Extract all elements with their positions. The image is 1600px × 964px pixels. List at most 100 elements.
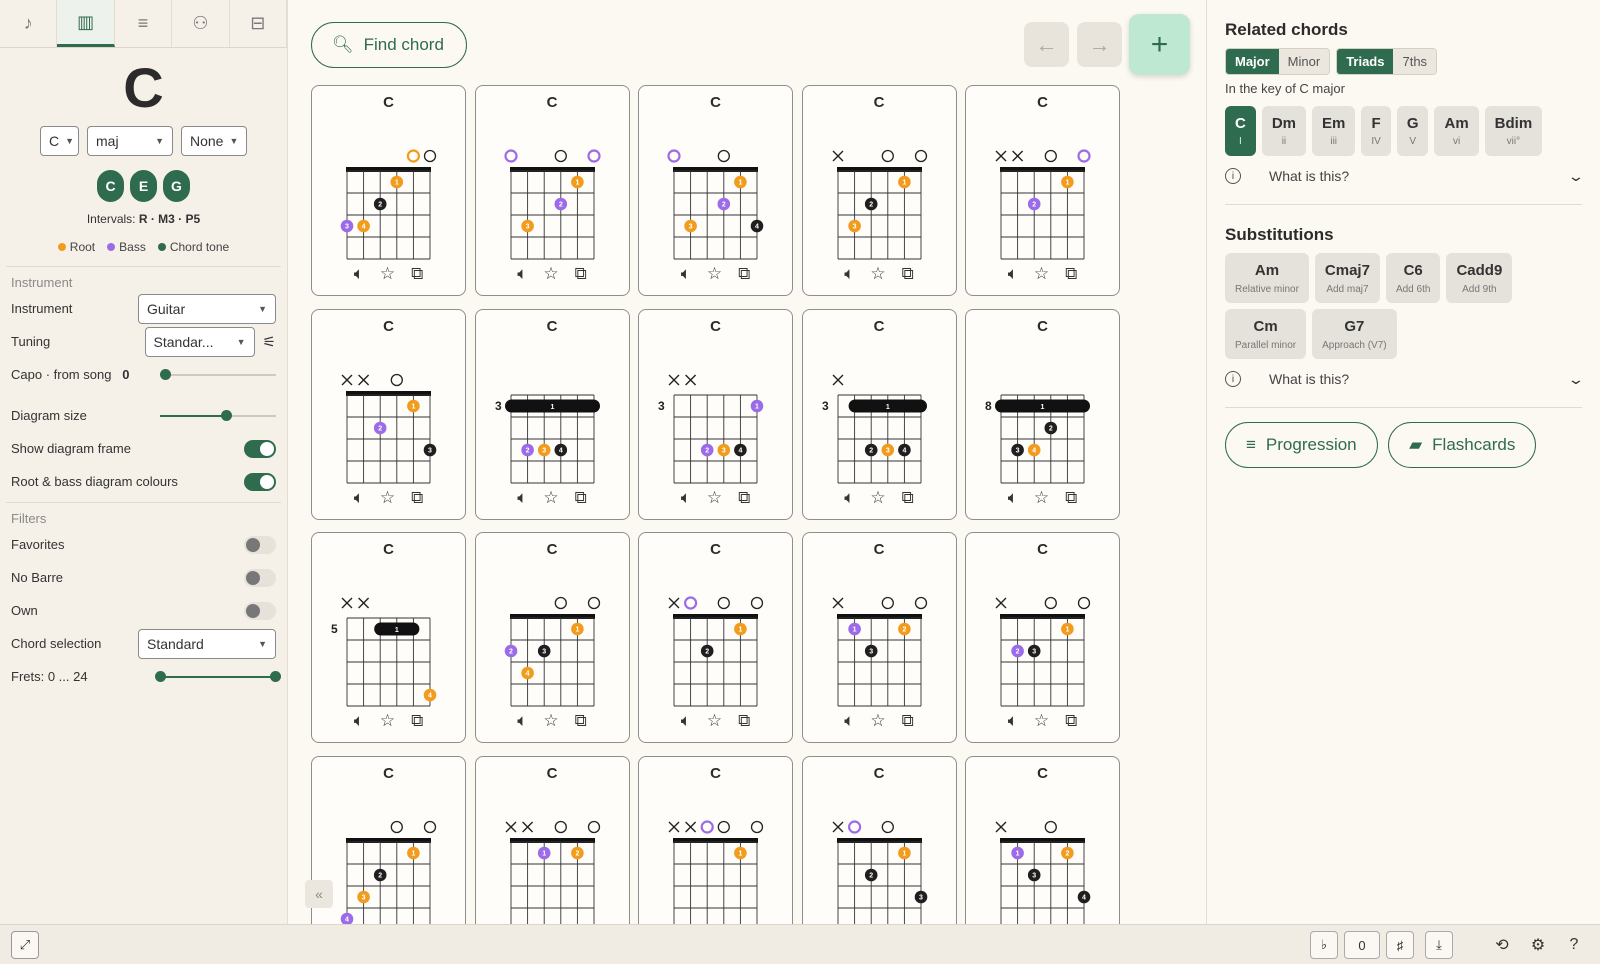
flashcards-button[interactable]: ▰ Flashcards <box>1388 422 1537 468</box>
play-sound-icon[interactable]: 🔈︎ <box>517 264 527 284</box>
key-chord-c[interactable]: CI <box>1225 106 1256 156</box>
slider-knob-min[interactable] <box>155 670 166 682</box>
chord-card[interactable]: C12EGCE🔈︎☆⧉ <box>965 85 1120 296</box>
favorite-star-icon[interactable]: ☆ <box>1034 711 1049 731</box>
transpose-value[interactable]: 0 <box>1344 931 1380 959</box>
capo-slider[interactable] <box>160 368 276 380</box>
chord-card[interactable]: C1DGCE🔈︎☆⧉ <box>638 755 793 924</box>
chord-card[interactable]: C123BEGCE🔈︎☆⧉ <box>965 532 1120 743</box>
favorites-toggle[interactable] <box>244 535 276 554</box>
play-sound-icon[interactable]: 🔈︎ <box>354 264 364 284</box>
copy-icon[interactable]: ⧉ <box>738 264 750 284</box>
play-sound-icon[interactable]: 🔈︎ <box>844 711 854 731</box>
key-chord-f[interactable]: F IV <box>1361 106 1391 156</box>
download-button[interactable]: ⤓ <box>1425 931 1453 959</box>
quality-select[interactable]: maj ▼ <box>87 126 173 156</box>
chord-card[interactable]: C31234CGCEG🔈︎☆⧉ <box>801 308 957 520</box>
play-sound-icon[interactable]: 🔈︎ <box>517 488 527 508</box>
tab-song[interactable]: ♪ <box>0 0 58 47</box>
own-toggle[interactable] <box>244 601 276 620</box>
chord-card[interactable]: C123AEGCG🔈︎☆⧉ <box>801 755 957 924</box>
favorite-star-icon[interactable]: ☆ <box>707 264 722 284</box>
copy-icon[interactable]: ⧉ <box>902 488 914 508</box>
forward-button[interactable]: → <box>1077 22 1122 67</box>
key-chord-g[interactable]: GV <box>1396 106 1429 156</box>
play-sound-icon[interactable]: 🔈︎ <box>681 711 691 731</box>
copy-icon[interactable]: ⧉ <box>575 264 587 284</box>
progression-button[interactable]: ≡ Progression <box>1225 422 1378 468</box>
play-sound-icon[interactable]: 🔈︎ <box>517 711 527 731</box>
tab-users[interactable]: ⚇ <box>172 0 230 47</box>
copy-icon[interactable]: ⧉ <box>575 488 587 508</box>
settings-button[interactable]: ⚙ <box>1524 931 1552 959</box>
play-sound-icon[interactable]: 🔈︎ <box>354 711 364 731</box>
copy-icon[interactable]: ⧉ <box>1065 488 1077 508</box>
key-chord-am[interactable]: Am vi <box>1434 106 1479 156</box>
root-select[interactable]: C ▼ <box>40 126 79 156</box>
key-chord-dm[interactable]: Dm ii <box>1261 106 1307 156</box>
copy-icon[interactable]: ⧉ <box>738 711 750 731</box>
favorite-star-icon[interactable]: ☆ <box>870 711 885 731</box>
triads-option[interactable]: Triads <box>1337 49 1394 74</box>
flat-button[interactable]: ♭ <box>1310 931 1338 959</box>
sevenths-option[interactable]: 7ths <box>1393 49 1437 74</box>
copy-icon[interactable]: ⧉ <box>1065 264 1077 284</box>
play-sound-icon[interactable]: 🔈︎ <box>844 264 854 284</box>
frets-range-slider[interactable] <box>155 670 281 682</box>
note-chip[interactable]: C <box>97 170 124 202</box>
sharp-button[interactable]: ♯ <box>1386 931 1414 959</box>
substitution-chip[interactable]: C6 Add 6th <box>1385 253 1441 303</box>
instrument-select[interactable]: Guitar ▼ <box>138 293 276 324</box>
favorite-star-icon[interactable]: ☆ <box>707 488 722 508</box>
key-chord-bdim[interactable]: Bdim vii° <box>1484 106 1543 156</box>
tab-settings[interactable]: ⊟ <box>230 0 288 47</box>
copy-icon[interactable]: ⧉ <box>411 488 423 508</box>
add-button[interactable]: + <box>1129 14 1190 75</box>
favorite-star-icon[interactable]: ☆ <box>1034 264 1049 284</box>
note-chip[interactable]: G <box>163 170 190 202</box>
chord-card[interactable]: C123ECEGCE🔈︎☆⧉ <box>474 85 630 296</box>
favorite-star-icon[interactable]: ☆ <box>380 264 395 284</box>
nobarre-toggle[interactable] <box>244 568 276 587</box>
play-sound-icon[interactable]: 🔈︎ <box>844 488 854 508</box>
back-button[interactable]: ← <box>1024 22 1069 67</box>
chord-selection-select[interactable]: Standard ▼ <box>138 628 276 659</box>
favorite-star-icon[interactable]: ☆ <box>1034 488 1049 508</box>
favorite-star-icon[interactable]: ☆ <box>707 711 722 731</box>
favorite-star-icon[interactable]: ☆ <box>870 488 885 508</box>
play-sound-icon[interactable]: 🔈︎ <box>681 488 691 508</box>
play-sound-icon[interactable]: 🔈︎ <box>681 264 691 284</box>
chord-card[interactable]: C123CEGCE🔈︎☆⧉ <box>801 85 957 296</box>
favorite-star-icon[interactable]: ☆ <box>380 488 395 508</box>
root-bass-toggle[interactable] <box>244 472 276 491</box>
chord-card[interactable]: C12AEGCE🔈︎☆⧉ <box>638 532 793 743</box>
chord-card[interactable]: C123EGCG🔈︎☆⧉ <box>311 308 466 520</box>
show-frame-toggle[interactable] <box>244 439 276 458</box>
find-chord-button[interactable]: 🔍︎ Find chord <box>311 22 467 68</box>
tab-chords[interactable]: ▥ <box>57 0 115 47</box>
copy-icon[interactable]: ⧉ <box>902 264 914 284</box>
key-chord-em[interactable]: Em iii <box>1312 106 1356 156</box>
substitution-chip[interactable]: Am Relative minor <box>1225 253 1309 303</box>
chord-card[interactable]: C12D#GCE🔈︎☆⧉ <box>474 755 630 924</box>
slider-knob[interactable] <box>221 409 233 421</box>
tune-settings-icon[interactable]: ⚟ <box>263 333 276 351</box>
copy-icon[interactable]: ⧉ <box>575 711 587 731</box>
play-sound-icon[interactable]: 🔈︎ <box>1008 711 1018 731</box>
favorite-star-icon[interactable]: ☆ <box>543 488 558 508</box>
chord-card[interactable]: C31234GCGCEG🔈︎☆⧉ <box>474 308 630 520</box>
chord-card[interactable]: C1234F#CEGCE🔈︎☆⧉ <box>474 532 630 743</box>
chord-card[interactable]: C1234A#EGCG🔈︎☆⧉ <box>965 755 1120 924</box>
substitution-chip[interactable]: Cm Parallel minor <box>1225 309 1307 359</box>
chord-card[interactable]: C32341GCEG🔈︎☆⧉ <box>638 308 793 520</box>
sync-button[interactable]: ⟲ <box>1488 931 1516 959</box>
favorite-star-icon[interactable]: ☆ <box>543 711 558 731</box>
play-sound-icon[interactable]: 🔈︎ <box>1008 264 1018 284</box>
diagram-size-slider[interactable] <box>160 409 276 421</box>
chord-card[interactable]: C514GCEC🔈︎☆⧉ <box>311 532 466 743</box>
what-is-this-related[interactable]: i What is this? ⌄ <box>1225 156 1585 196</box>
minor-option[interactable]: Minor <box>1278 49 1330 74</box>
copy-icon[interactable]: ⧉ <box>738 488 750 508</box>
chord-card[interactable]: C1234ECEGCG🔈︎☆⧉ <box>638 85 793 296</box>
chord-card[interactable]: C81234CGCEGC🔈︎☆⧉ <box>965 308 1120 520</box>
